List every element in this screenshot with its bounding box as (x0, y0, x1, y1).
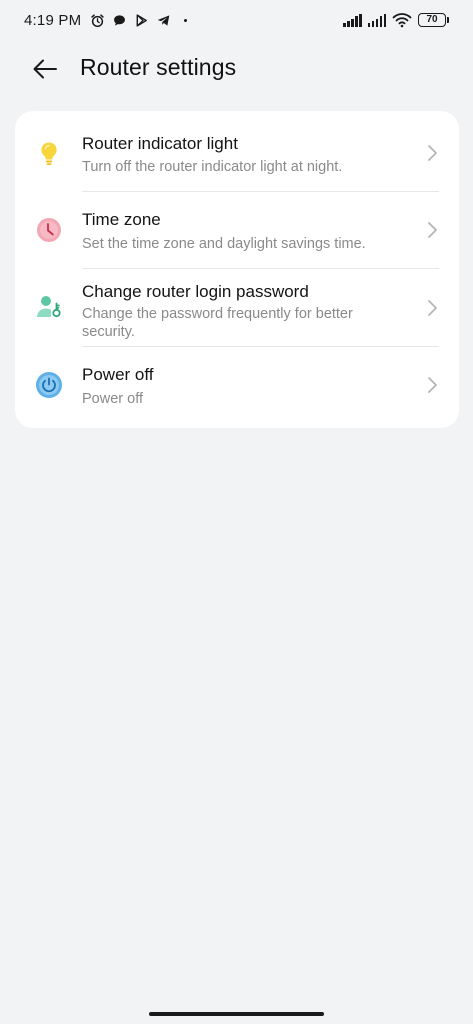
user-key-icon (35, 293, 63, 321)
signal-icon (343, 13, 362, 27)
battery-level: 70 (418, 13, 446, 27)
setting-title: Time zone (82, 210, 161, 229)
back-button[interactable] (28, 52, 62, 86)
setting-row-time-zone[interactable]: Time zone Set the time zone and daylight… (15, 192, 459, 268)
telegram-icon (156, 13, 171, 28)
setting-title: Router indicator light (82, 134, 238, 153)
power-icon (35, 371, 63, 399)
signal-icon-2 (367, 13, 386, 27)
setting-subtitle: Set the time zone and daylight savings t… (82, 236, 366, 252)
alarm-icon (90, 13, 105, 28)
back-arrow-icon (33, 59, 57, 79)
home-indicator[interactable] (149, 1012, 324, 1016)
lightbulb-icon (35, 139, 63, 167)
status-left: 4:19 PM (24, 11, 188, 29)
setting-row-login-password[interactable]: Change router login password Change the … (15, 269, 459, 346)
clock-icon (35, 216, 63, 244)
screen: 4:19 PM 70 Router settings Router indica… (0, 0, 473, 1024)
setting-subtitle: Change the password frequently for bette… (82, 306, 353, 340)
header: Router settings (0, 44, 473, 92)
wifi-icon (392, 13, 412, 28)
notification-dot (184, 18, 188, 22)
setting-row-indicator-light[interactable]: Router indicator light Turn off the rout… (15, 111, 459, 191)
setting-subtitle: Turn off the router indicator light at n… (82, 159, 343, 175)
status-bar: 4:19 PM 70 (0, 0, 473, 40)
setting-title: Power off (82, 365, 154, 384)
settings-card: Router indicator light Turn off the rout… (15, 111, 459, 428)
setting-title: Change router login password (82, 282, 309, 301)
status-right: 70 (343, 13, 449, 28)
chat-bubble-icon (112, 13, 127, 28)
status-time: 4:19 PM (24, 11, 82, 29)
chevron-right-icon (425, 298, 439, 318)
chevron-right-icon (425, 375, 439, 395)
chevron-right-icon (425, 220, 439, 240)
setting-subtitle: Power off (82, 391, 143, 407)
battery-icon: 70 (418, 13, 449, 27)
setting-row-power-off[interactable]: Power off Power off (15, 347, 459, 428)
page-title: Router settings (80, 54, 237, 80)
chevron-right-icon (425, 143, 439, 163)
play-store-icon (134, 13, 149, 28)
